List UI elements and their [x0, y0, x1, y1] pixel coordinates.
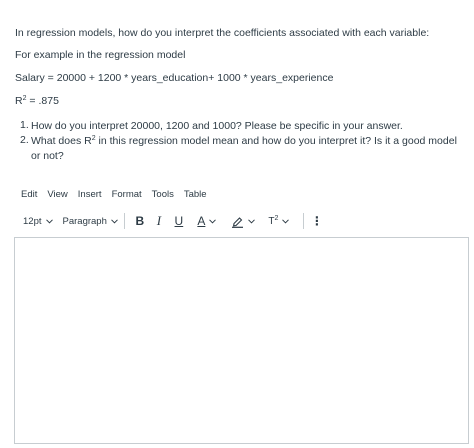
more-options-button[interactable]: ⋮: [310, 214, 324, 228]
list-item-text: What does R2 in this regression model me…: [31, 134, 461, 164]
menu-insert[interactable]: Insert: [78, 189, 102, 200]
chevron-down-icon: [282, 218, 290, 224]
quiz-question-page: In regression models, how do you interpr…: [0, 0, 474, 448]
underline-button[interactable]: U: [169, 214, 189, 228]
r-squared-value: = .875: [26, 95, 59, 107]
menu-tools[interactable]: Tools: [152, 189, 174, 200]
list-item-text-part: in this regression model mean and how do…: [31, 135, 457, 162]
font-size-dropdown[interactable]: 12pt: [23, 216, 53, 227]
list-item-text-part: What does R: [31, 135, 92, 147]
menu-format[interactable]: Format: [112, 189, 142, 200]
regression-equation: Salary = 20000 + 1200 * years_education+…: [15, 72, 334, 84]
question-intro: In regression models, how do you interpr…: [15, 27, 430, 39]
highlight-color-button[interactable]: [225, 215, 261, 228]
chevron-down-icon: [209, 218, 217, 224]
list-item: 1. How do you interpret 20000, 1200 and …: [20, 119, 461, 134]
chevron-down-icon: [111, 218, 118, 224]
more-vertical-icon: ⋮: [310, 214, 323, 228]
superscript-button[interactable]: T2: [261, 214, 297, 227]
editor-menubar: Edit View Insert Format Tools Table: [21, 189, 217, 200]
italic-button[interactable]: I: [149, 213, 169, 229]
block-format-value: Paragraph: [62, 215, 107, 227]
chevron-down-icon: [248, 218, 255, 224]
font-size-value: 12pt: [23, 215, 42, 227]
list-item: 2. What does R2 in this regression model…: [20, 134, 461, 164]
bold-button[interactable]: B: [131, 214, 149, 228]
highlighter-icon: [231, 216, 243, 228]
question-list: 1. How do you interpret 20000, 1200 and …: [20, 119, 461, 164]
text-color-icon: A: [197, 214, 206, 228]
answer-editor-area[interactable]: [14, 237, 469, 444]
editor-toolbar: 12pt Paragraph B I U A T2 ⋮: [23, 211, 324, 231]
toolbar-divider: [123, 213, 125, 229]
list-item-number: 1.: [20, 119, 29, 131]
menu-table[interactable]: Table: [184, 189, 207, 200]
r-squared-symbol: R: [15, 95, 23, 107]
example-label: For example in the regression model: [15, 49, 186, 61]
block-format-dropdown[interactable]: Paragraph: [63, 216, 118, 227]
toolbar-divider: [302, 213, 304, 229]
superscript-icon: T2: [268, 214, 279, 227]
r-squared-line: R2 = .875: [15, 95, 59, 107]
menu-edit[interactable]: Edit: [21, 189, 37, 200]
menu-view[interactable]: View: [47, 189, 67, 200]
list-item-text: How do you interpret 20000, 1200 and 100…: [31, 120, 403, 132]
superscript-exponent: 2: [274, 214, 279, 222]
chevron-down-icon: [45, 218, 53, 224]
list-item-number: 2.: [20, 134, 29, 146]
text-color-button[interactable]: A: [189, 214, 225, 228]
